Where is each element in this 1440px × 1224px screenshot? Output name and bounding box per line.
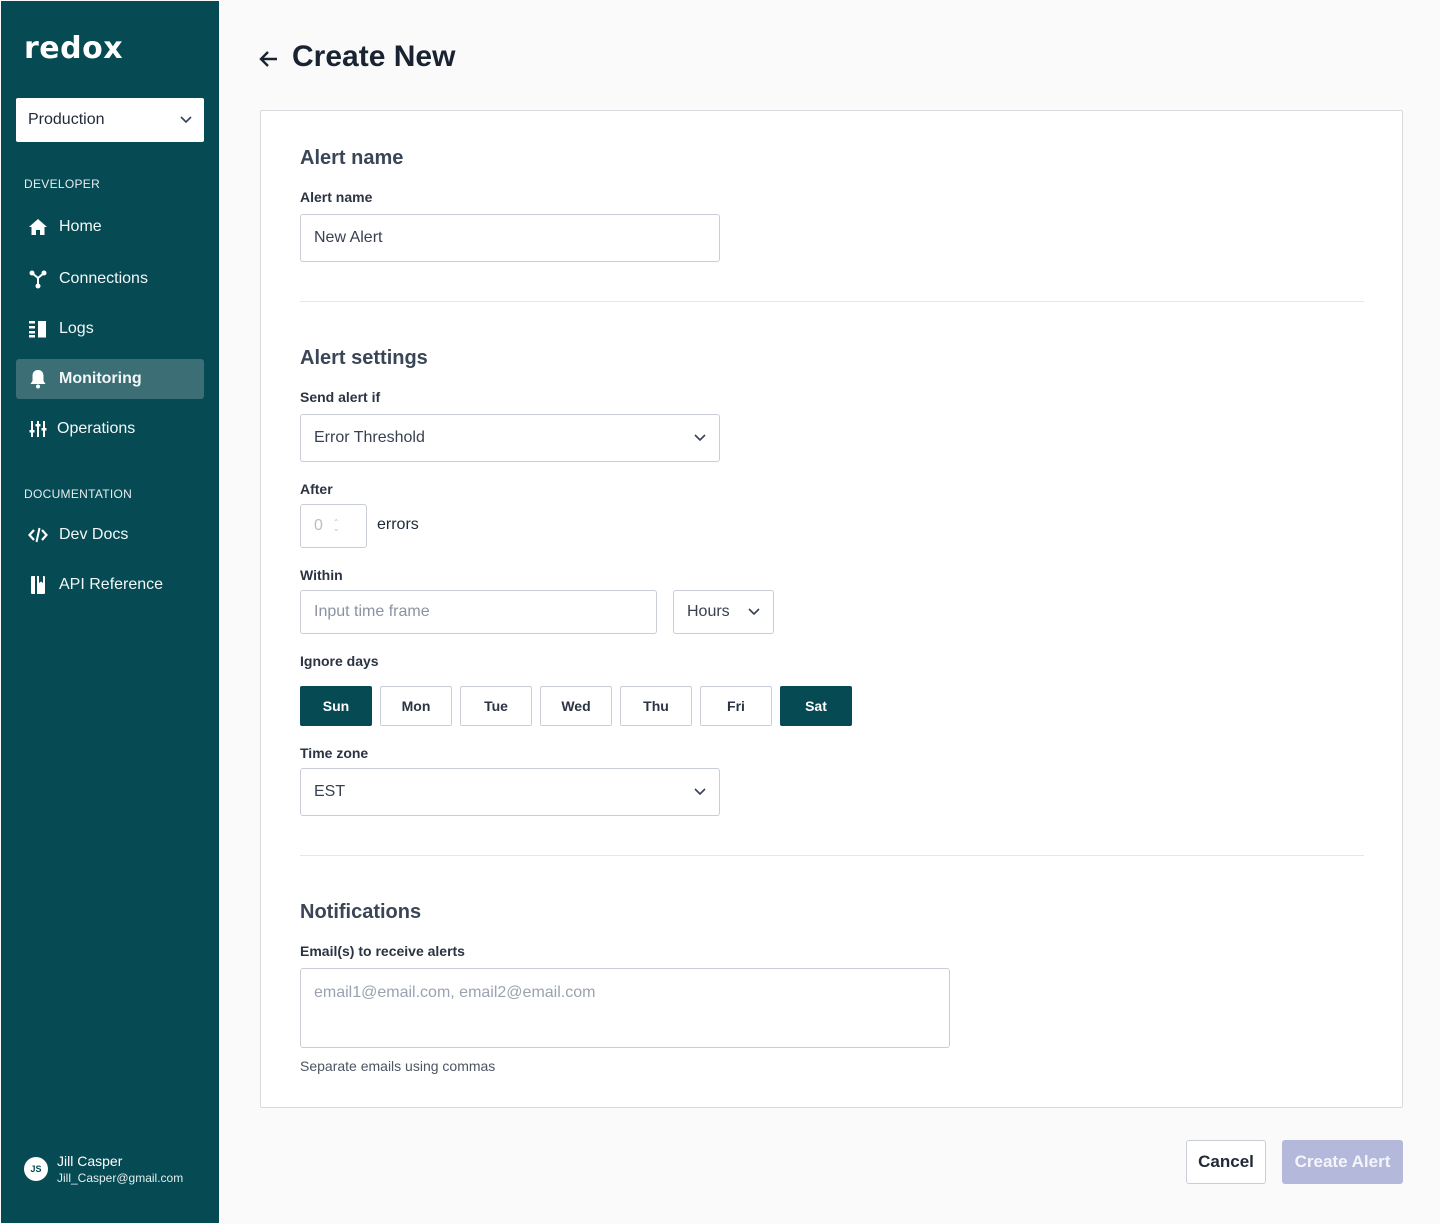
sidebar-item-label: Dev Docs <box>59 526 129 543</box>
environment-value: Production <box>28 111 105 128</box>
book-icon <box>27 574 49 596</box>
within-unit-select[interactable]: Hours <box>673 590 774 634</box>
chevron-down-icon <box>180 116 192 124</box>
sidebar-item-label: Home <box>59 218 102 235</box>
chevron-down-icon <box>694 788 706 796</box>
after-unit: errors <box>377 516 419 533</box>
timezone-value: EST <box>314 783 346 800</box>
user-name: Jill Casper <box>57 1153 123 1169</box>
after-errors-stepper[interactable]: 0 ⌃ ⌄ <box>300 504 367 548</box>
emails-label: Email(s) to receive alerts <box>300 943 465 959</box>
send-alert-if-value: Error Threshold <box>314 429 425 446</box>
user-email: Jill_Casper@gmail.com <box>57 1171 184 1185</box>
back-arrow-icon[interactable] <box>258 46 280 72</box>
send-alert-if-label: Send alert if <box>300 389 381 405</box>
ignore-days-label: Ignore days <box>300 653 379 669</box>
sidebar-item-label: Monitoring <box>59 370 142 387</box>
logs-icon <box>27 318 49 340</box>
sidebar-item-connections[interactable]: Connections <box>16 259 204 299</box>
page-title: Create New <box>292 40 456 73</box>
emails-textarea[interactable]: email1@email.com, email2@email.com <box>300 968 950 1048</box>
create-alert-form: Alert name Alert name New Alert Alert se… <box>260 110 1403 1108</box>
sidebar-item-label: API Reference <box>59 576 164 593</box>
alert-name-input[interactable]: New Alert <box>300 214 720 262</box>
sidebar-item-logs[interactable]: Logs <box>16 309 204 349</box>
section-heading-notifications: Notifications <box>300 901 422 923</box>
environment-select[interactable]: Production <box>16 98 204 142</box>
send-alert-if-select[interactable]: Error Threshold <box>300 414 720 462</box>
user-profile[interactable]: JS Jill Casper Jill_Casper@gmail.com <box>24 1153 183 1185</box>
home-icon <box>27 216 49 238</box>
section-label-documentation: DOCUMENTATION <box>24 487 133 501</box>
day-toggle-fri[interactable]: Fri <box>700 686 772 726</box>
sidebar-item-label: Connections <box>59 270 148 287</box>
after-label: After <box>300 481 333 497</box>
timezone-select[interactable]: EST <box>300 768 720 816</box>
sliders-icon <box>27 418 49 440</box>
day-toggle-mon[interactable]: Mon <box>380 686 452 726</box>
day-toggle-wed[interactable]: Wed <box>540 686 612 726</box>
stepper-arrows-icon[interactable]: ⌃ ⌄ <box>333 519 340 533</box>
sidebar-item-operations[interactable]: Operations <box>16 409 204 449</box>
day-toggle-sat[interactable]: Sat <box>780 686 852 726</box>
after-value: 0 <box>314 517 323 534</box>
within-time-input[interactable]: Input time frame <box>300 590 657 634</box>
divider <box>300 301 1364 302</box>
chevron-down-icon <box>748 608 760 616</box>
sidebar: redox Production DEVELOPER Home Connecti… <box>1 1 219 1223</box>
sidebar-item-monitoring[interactable]: Monitoring <box>16 359 204 399</box>
emails-help-text: Separate emails using commas <box>300 1058 496 1074</box>
cancel-button[interactable]: Cancel <box>1186 1140 1266 1184</box>
sidebar-item-home[interactable]: Home <box>16 207 204 247</box>
divider <box>300 855 1364 856</box>
redox-logo: redox <box>24 31 124 66</box>
sidebar-item-dev-docs[interactable]: Dev Docs <box>16 515 204 555</box>
code-icon <box>27 524 49 546</box>
day-toggle-sun[interactable]: Sun <box>300 686 372 726</box>
timezone-label: Time zone <box>300 745 369 761</box>
create-alert-button[interactable]: Create Alert <box>1282 1140 1403 1184</box>
day-toggle-tue[interactable]: Tue <box>460 686 532 726</box>
bell-icon <box>27 368 49 390</box>
sidebar-item-label: Logs <box>59 320 94 337</box>
within-label: Within <box>300 567 343 583</box>
chevron-down-icon <box>694 434 706 442</box>
sidebar-item-label: Operations <box>57 420 136 437</box>
within-unit-value: Hours <box>687 603 730 620</box>
section-heading-alert-name: Alert name <box>300 147 404 169</box>
alert-name-label: Alert name <box>300 189 373 205</box>
sidebar-item-api-reference[interactable]: API Reference <box>16 565 204 605</box>
day-toggle-thu[interactable]: Thu <box>620 686 692 726</box>
section-heading-alert-settings: Alert settings <box>300 347 428 369</box>
section-label-developer: DEVELOPER <box>24 177 101 191</box>
connections-icon <box>27 268 49 290</box>
avatar: JS <box>24 1157 48 1181</box>
